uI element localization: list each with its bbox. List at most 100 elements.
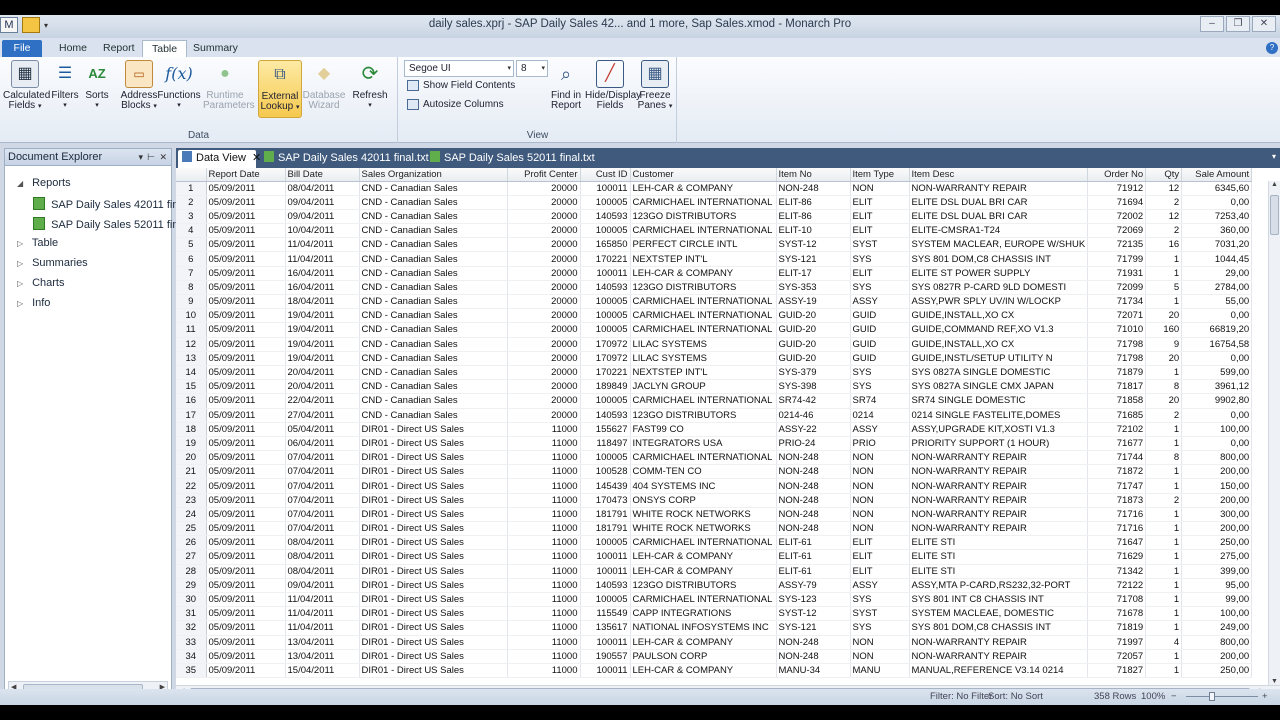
- table-row[interactable]: 21 05/09/2011 07/04/2011 DIR01 - Direct US …: [176, 464, 1253, 480]
- table-cell[interactable]: DIR01 - Direct US Sales: [359, 436, 508, 452]
- table-cell[interactable]: DIR01 - Direct US Sales: [359, 620, 508, 636]
- row-number[interactable]: 35: [176, 663, 207, 679]
- table-cell[interactable]: 16/04/2011: [285, 280, 360, 296]
- table-cell[interactable]: 20000: [507, 251, 581, 267]
- table-cell[interactable]: NEXTSTEP INT'L: [630, 365, 777, 381]
- table-cell[interactable]: 71798: [1087, 351, 1147, 366]
- table-cell[interactable]: 20000: [507, 379, 581, 395]
- collapsed-icon[interactable]: ▷: [17, 279, 29, 288]
- table-cell[interactable]: NON-248: [776, 493, 851, 508]
- table-cell[interactable]: SR74: [850, 393, 910, 409]
- table-row[interactable]: 34 05/09/2011 13/04/2011 DIR01 - Direct US …: [176, 649, 1253, 664]
- table-cell[interactable]: CARMICHAEL INTERNATIONAL: [630, 195, 777, 210]
- table-cell[interactable]: CND - Canadian Sales: [359, 237, 508, 253]
- table-cell[interactable]: 2: [1145, 195, 1183, 210]
- table-cell[interactable]: GUID-20: [776, 337, 851, 352]
- column-header[interactable]: Item Desc: [909, 168, 1089, 182]
- refresh-button[interactable]: ⟳ Refresh ▾: [348, 60, 392, 111]
- table-cell[interactable]: 19/04/2011: [285, 322, 360, 338]
- table-cell[interactable]: NON-WARRANTY REPAIR: [909, 649, 1089, 664]
- table-cell[interactable]: 19/04/2011: [285, 351, 360, 366]
- table-cell[interactable]: 250,00: [1181, 663, 1253, 679]
- table-cell[interactable]: 08/04/2011: [285, 535, 360, 551]
- table-cell[interactable]: NON: [850, 521, 910, 537]
- table-cell[interactable]: PRIORITY SUPPORT (1 HOUR): [909, 436, 1089, 452]
- table-cell[interactable]: 1: [1145, 422, 1183, 437]
- table-cell[interactable]: 20000: [507, 195, 581, 210]
- table-cell[interactable]: 05/09/2011: [206, 379, 286, 395]
- table-cell[interactable]: GUID: [850, 322, 910, 338]
- table-cell[interactable]: 200,00: [1181, 493, 1253, 508]
- table-cell[interactable]: CND - Canadian Sales: [359, 322, 508, 338]
- row-number[interactable]: 31: [176, 606, 207, 622]
- table-cell[interactable]: 11000: [507, 663, 581, 679]
- table-cell[interactable]: 11000: [507, 564, 581, 579]
- table-cell[interactable]: 189849: [580, 379, 631, 395]
- table-cell[interactable]: NON: [850, 181, 910, 196]
- table-cell[interactable]: 11/04/2011: [285, 620, 360, 636]
- table-cell[interactable]: 1044,45: [1181, 251, 1253, 267]
- table-cell[interactable]: 71798: [1087, 337, 1147, 352]
- table-cell[interactable]: ELITE DSL DUAL BRI CAR: [909, 195, 1089, 210]
- table-cell[interactable]: NON: [850, 507, 910, 523]
- row-number[interactable]: 19: [176, 436, 207, 452]
- table-cell[interactable]: 11000: [507, 592, 581, 608]
- table-cell[interactable]: GUID-20: [776, 308, 851, 324]
- row-number[interactable]: 16: [176, 393, 207, 409]
- table-cell[interactable]: 140593: [580, 408, 631, 423]
- table-cell[interactable]: ASSY,PWR SPLY UV/IN W/LOCKP: [909, 294, 1089, 310]
- table-cell[interactable]: 12: [1145, 181, 1183, 196]
- row-number[interactable]: 28: [176, 564, 207, 579]
- table-cell[interactable]: 71872: [1087, 464, 1147, 480]
- table-cell[interactable]: 11/04/2011: [285, 251, 360, 267]
- table-cell[interactable]: ASSY,UPGRADE KIT,XOSTI V1.3: [909, 422, 1089, 437]
- scroll-up-icon[interactable]: ▲: [1271, 181, 1278, 188]
- row-number[interactable]: 24: [176, 507, 207, 523]
- table-cell[interactable]: 140593: [580, 280, 631, 296]
- table-cell[interactable]: 71931: [1087, 266, 1147, 281]
- table-cell[interactable]: CND - Canadian Sales: [359, 393, 508, 409]
- table-cell[interactable]: 99,00: [1181, 592, 1253, 608]
- table-cell[interactable]: 16: [1145, 237, 1183, 253]
- table-cell[interactable]: 05/09/2011: [206, 464, 286, 480]
- table-cell[interactable]: CND - Canadian Sales: [359, 266, 508, 281]
- table-row[interactable]: 35 05/09/2011 15/04/2011 DIR01 - Direct US …: [176, 663, 1253, 679]
- table-cell[interactable]: 20: [1145, 308, 1183, 324]
- table-cell[interactable]: 170221: [580, 251, 631, 267]
- table-cell[interactable]: 72069: [1087, 223, 1147, 239]
- table-cell[interactable]: ELIT: [850, 266, 910, 281]
- table-cell[interactable]: 08/04/2011: [285, 181, 360, 196]
- table-cell[interactable]: 11000: [507, 507, 581, 523]
- table-cell[interactable]: PRIO: [850, 436, 910, 452]
- table-cell[interactable]: 200,00: [1181, 521, 1253, 537]
- table-cell[interactable]: DIR01 - Direct US Sales: [359, 535, 508, 551]
- table-cell[interactable]: 1: [1145, 266, 1183, 281]
- table-cell[interactable]: CND - Canadian Sales: [359, 365, 508, 381]
- explorer-close-icon[interactable]: ✕: [159, 149, 167, 165]
- table-row[interactable]: 15 05/09/2011 20/04/2011 CND - Canadian Sal…: [176, 379, 1253, 395]
- table-cell[interactable]: 249,00: [1181, 620, 1253, 636]
- table-cell[interactable]: NATIONAL INFOSYSTEMS INC: [630, 620, 777, 636]
- table-cell[interactable]: 05/09/2011: [206, 337, 286, 352]
- table-cell[interactable]: 100,00: [1181, 422, 1253, 437]
- table-cell[interactable]: 05/09/2011: [206, 549, 286, 565]
- table-cell[interactable]: 05/09/2011: [206, 478, 286, 494]
- table-cell[interactable]: GUID: [850, 308, 910, 324]
- table-row[interactable]: 25 05/09/2011 07/04/2011 DIR01 - Direct US …: [176, 521, 1253, 537]
- table-cell[interactable]: 71827: [1087, 663, 1147, 679]
- table-cell[interactable]: 20000: [507, 266, 581, 281]
- table-cell[interactable]: 05/09/2011: [206, 663, 286, 679]
- table-cell[interactable]: 72122: [1087, 578, 1147, 593]
- table-cell[interactable]: NON: [850, 493, 910, 508]
- table-cell[interactable]: ELIT: [850, 209, 910, 225]
- table-cell[interactable]: 71879: [1087, 365, 1147, 381]
- table-cell[interactable]: 05/09/2011: [206, 436, 286, 452]
- table-cell[interactable]: 3961,12: [1181, 379, 1253, 395]
- row-number[interactable]: 5: [176, 237, 207, 253]
- table-cell[interactable]: 100005: [580, 393, 631, 409]
- table-cell[interactable]: 71716: [1087, 521, 1147, 537]
- row-number[interactable]: 9: [176, 294, 207, 310]
- table-row[interactable]: 27 05/09/2011 08/04/2011 DIR01 - Direct US …: [176, 549, 1253, 565]
- table-cell[interactable]: 170972: [580, 351, 631, 366]
- table-cell[interactable]: 1: [1145, 564, 1183, 579]
